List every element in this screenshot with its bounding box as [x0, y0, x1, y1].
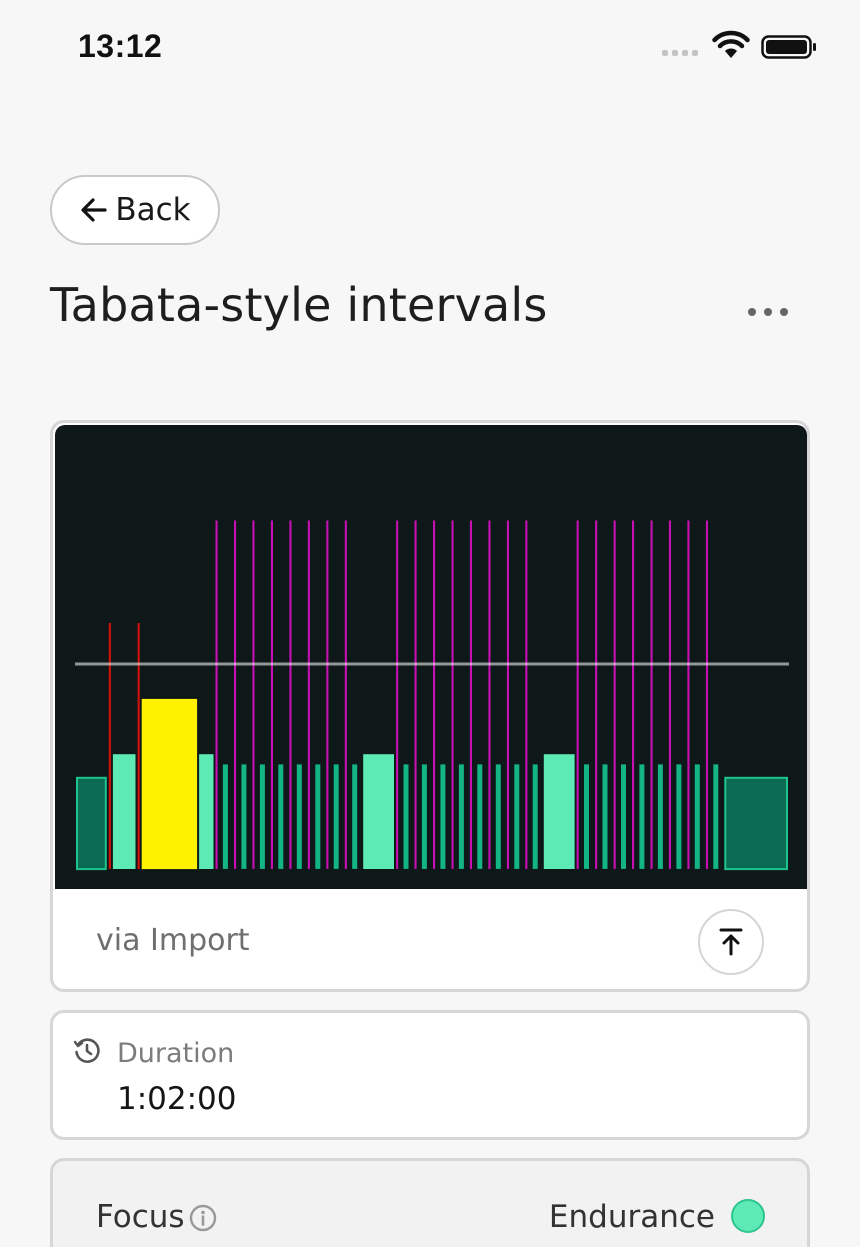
chart-bar-recovery	[278, 764, 284, 869]
chart-bar-recovery	[602, 764, 608, 869]
chart-bar-recovery	[657, 764, 663, 869]
chart-bar-recovery	[352, 764, 358, 869]
chart-bar-vo2	[576, 520, 579, 869]
interval-chart	[75, 520, 789, 871]
chart-bar-recovery	[403, 764, 409, 869]
back-button[interactable]: Back	[50, 175, 220, 245]
chart-bar-vo2	[632, 520, 635, 869]
focus-card: Focus Endurance	[50, 1158, 810, 1247]
page-title: Tabata-style intervals	[50, 278, 548, 332]
export-button[interactable]	[698, 909, 764, 975]
workout-source: via Import	[96, 923, 250, 958]
chart-bar-recovery	[514, 764, 520, 869]
chart-bar-vo2	[307, 520, 310, 869]
upload-icon	[719, 928, 743, 956]
chart-bar-vo2	[270, 520, 273, 869]
history-clock-icon	[73, 1038, 100, 1063]
chart-bar-vo2	[252, 520, 255, 869]
chart-bar-recovery	[259, 764, 265, 869]
chart-bar-vo2	[705, 520, 708, 869]
chart-bar-vo2	[506, 520, 509, 869]
status-bar: 13:12	[0, 0, 860, 95]
chart-bar-vo2	[326, 520, 329, 869]
chart-bar-recovery	[477, 764, 483, 869]
chart-bar-recovery	[421, 764, 427, 869]
duration-label: Duration	[117, 1038, 235, 1069]
chart-bar-vo2	[289, 520, 292, 869]
focus-value: Endurance	[548, 1199, 715, 1235]
chart-bar-vo2	[234, 520, 237, 869]
chart-bar-endurance	[543, 754, 575, 869]
chart-bar-vo2	[595, 520, 598, 869]
chart-bar-recovery	[241, 764, 247, 869]
chart-bar-vo2	[650, 520, 653, 869]
chart-bar-recovery	[621, 764, 626, 869]
chart-bar-vo2	[414, 520, 417, 869]
chart-bar-recovery	[694, 764, 700, 869]
chart-bar-endurance	[363, 754, 394, 869]
chart-bar-tempo	[141, 698, 198, 870]
chart-bar-recovery	[333, 764, 339, 869]
workout-chart	[55, 425, 807, 889]
chart-bar-recovery	[296, 764, 302, 869]
chart-bar-endurance	[199, 754, 214, 869]
chart-bar-recovery	[315, 764, 321, 869]
chart-bar-recovery	[584, 764, 589, 869]
more-options-button[interactable]	[748, 300, 788, 324]
chart-bar-vo2	[344, 520, 347, 869]
chart-bar-vo2	[668, 520, 671, 869]
chart-bar-vo2	[613, 520, 616, 869]
focus-color-dot	[731, 1199, 765, 1233]
back-button-label: Back	[115, 192, 191, 228]
chart-bar-endurance	[112, 754, 136, 869]
chart-bar-recovery	[76, 776, 107, 871]
chart-bar-recovery	[440, 764, 446, 869]
more-horizontal-icon	[748, 308, 756, 316]
cellular-signal-icon	[662, 50, 698, 56]
chart-bar-vo2	[488, 520, 491, 869]
duration-card: Duration 1:02:00	[50, 1010, 810, 1140]
chart-bar-recovery	[222, 764, 228, 869]
info-icon[interactable]	[188, 1203, 218, 1233]
chart-bar-anaerobic	[137, 623, 140, 869]
chart-bar-vo2	[215, 520, 218, 869]
chart-bar-anaerobic	[108, 623, 111, 869]
chart-bar-vo2	[687, 520, 690, 869]
chart-bar-vo2	[433, 520, 436, 869]
status-time: 13:12	[78, 28, 163, 64]
chart-bar-vo2	[525, 520, 528, 869]
workout-card: via Import	[50, 420, 810, 992]
arrow-left-icon	[81, 198, 107, 222]
duration-value: 1:02:00	[117, 1081, 237, 1117]
chart-bar-vo2	[469, 520, 472, 869]
chart-bar-recovery	[724, 776, 788, 871]
chart-bar-recovery	[676, 764, 682, 869]
chart-bar-recovery	[495, 764, 501, 869]
chart-bar-recovery	[532, 764, 538, 869]
chart-bar-vo2	[451, 520, 454, 869]
wifi-icon	[712, 30, 750, 58]
battery-icon	[761, 35, 816, 59]
focus-label: Focus	[96, 1199, 185, 1235]
chart-bar-recovery	[458, 764, 464, 869]
chart-bar-recovery	[713, 764, 719, 869]
chart-bar-vo2	[396, 520, 399, 869]
chart-bar-recovery	[639, 764, 645, 869]
